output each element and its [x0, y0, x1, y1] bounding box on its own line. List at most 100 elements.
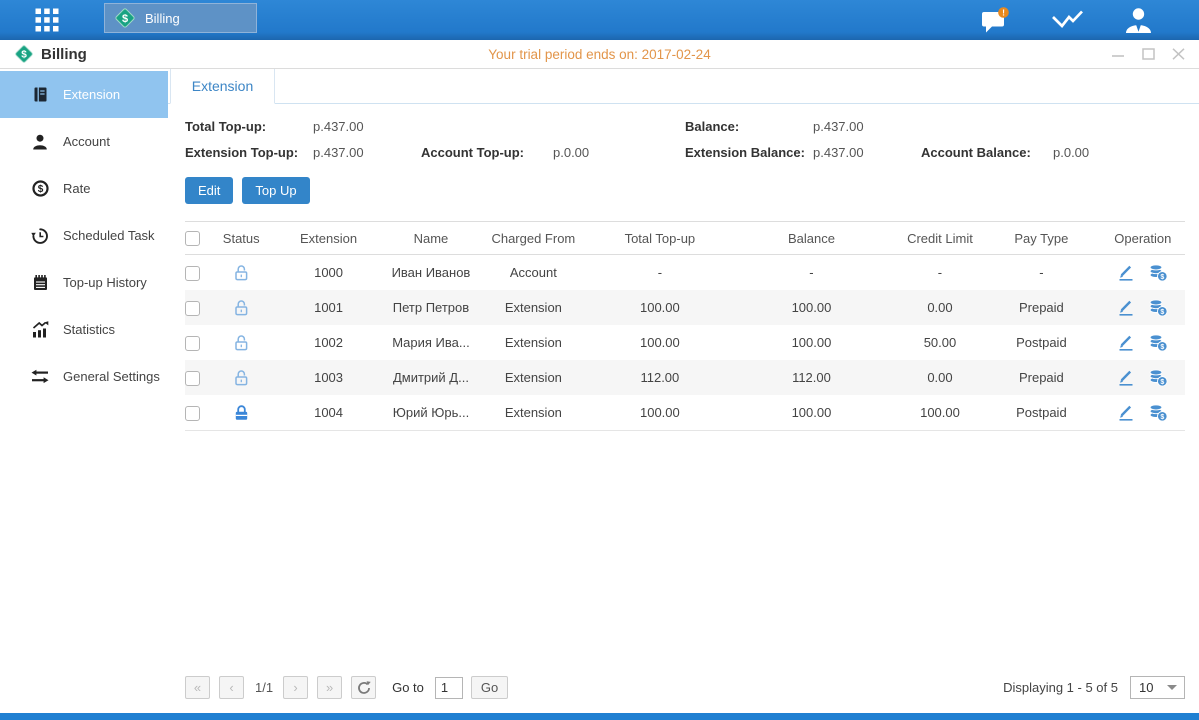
edit-icon[interactable]	[1117, 369, 1135, 386]
sidebar-item-topup-history[interactable]: Top-up History	[0, 259, 168, 306]
extension-icon	[31, 86, 49, 103]
topup-coins-icon[interactable]: $	[1148, 404, 1168, 422]
tab-strip: Extension	[168, 69, 1199, 104]
user-icon[interactable]	[1124, 7, 1153, 34]
cell-charged-from: Extension	[472, 360, 594, 395]
total-topup-label: Total Top-up:	[185, 119, 313, 134]
edit-icon[interactable]	[1117, 404, 1135, 421]
minimize-icon[interactable]	[1111, 48, 1125, 60]
row-checkbox[interactable]	[185, 266, 200, 281]
row-checkbox[interactable]	[185, 406, 200, 421]
table-row[interactable]: 1001 Петр Петров Extension 100.00 100.00…	[185, 290, 1185, 325]
next-page-icon[interactable]: ›	[283, 676, 308, 699]
col-header-pay-type: Pay Type	[982, 222, 1100, 255]
svg-text:$: $	[1161, 344, 1165, 351]
open-padlock-icon	[233, 264, 250, 282]
cell-balance: 100.00	[725, 290, 898, 325]
topup-coins-icon[interactable]: $	[1148, 264, 1168, 282]
rate-icon: $	[31, 180, 49, 197]
open-padlock-icon	[233, 334, 250, 352]
col-header-balance: Balance	[725, 222, 898, 255]
svg-text:$: $	[1161, 414, 1165, 421]
topup-coins-icon[interactable]: $	[1148, 299, 1168, 317]
tab-extension[interactable]: Extension	[170, 69, 275, 104]
svg-text:$: $	[122, 13, 128, 25]
cell-name: Петр Петров	[390, 290, 472, 325]
scheduled-task-icon	[31, 227, 49, 245]
cell-credit-limit: -	[898, 255, 982, 291]
table-row[interactable]: 1000 Иван Иванов Account - - - -	[185, 255, 1185, 291]
col-header-name: Name	[390, 222, 472, 255]
table-row[interactable]: 1002 Мария Ива... Extension 100.00 100.0…	[185, 325, 1185, 360]
sidebar-item-rate[interactable]: $ Rate	[0, 165, 168, 212]
sidebar-item-extension[interactable]: Extension	[0, 71, 168, 118]
taskbar-tab-billing[interactable]: $ Billing	[104, 3, 257, 33]
extension-balance-value: p.437.00	[813, 145, 921, 160]
balance-summary: Total Top-up: p.437.00 Extension Top-up:…	[185, 119, 1185, 160]
apps-grid-glyph	[34, 7, 60, 33]
go-button[interactable]: Go	[471, 676, 508, 699]
cell-total-topup: 100.00	[595, 325, 726, 360]
cell-total-topup: -	[595, 255, 726, 291]
apps-grid-icon[interactable]	[34, 7, 60, 33]
topup-coins-icon[interactable]: $	[1148, 369, 1168, 387]
closed-padlock-icon	[233, 404, 250, 422]
cell-credit-limit: 100.00	[898, 395, 982, 431]
statistics-icon	[31, 321, 49, 338]
table-header-row: Status Extension Name Charged From Total…	[185, 222, 1185, 255]
billing-diamond-dollar-icon: $	[114, 7, 136, 29]
extension-balance-label: Extension Balance:	[685, 145, 813, 160]
sidebar-item-statistics[interactable]: Statistics	[0, 306, 168, 353]
page-size-dropdown[interactable]: 10	[1130, 676, 1185, 699]
cell-credit-limit: 0.00	[898, 360, 982, 395]
svg-text:$: $	[1161, 274, 1165, 281]
select-all-checkbox[interactable]	[185, 231, 200, 246]
goto-label: Go to	[392, 680, 424, 695]
sidebar-item-label: Extension	[63, 87, 120, 102]
messages-icon[interactable]: !	[979, 7, 1011, 34]
topup-coins-icon[interactable]: $	[1148, 334, 1168, 352]
maximize-icon[interactable]	[1142, 48, 1155, 60]
table-row[interactable]: 1003 Дмитрий Д... Extension 112.00 112.0…	[185, 360, 1185, 395]
desktop-topbar: $ Billing !	[0, 0, 1199, 40]
prev-page-icon[interactable]: ‹	[219, 676, 244, 699]
balance-value: p.437.00	[813, 119, 921, 134]
row-checkbox[interactable]	[185, 301, 200, 316]
sidebar-item-label: Statistics	[63, 322, 115, 337]
cell-balance: -	[725, 255, 898, 291]
sidebar-item-scheduled-task[interactable]: Scheduled Task	[0, 212, 168, 259]
extension-table: Status Extension Name Charged From Total…	[185, 221, 1185, 431]
top-up-button[interactable]: Top Up	[242, 177, 309, 204]
col-header-operation: Operation	[1101, 222, 1185, 255]
cell-credit-limit: 50.00	[898, 325, 982, 360]
sidebar-item-account[interactable]: Account	[0, 118, 168, 165]
first-page-icon[interactable]: «	[185, 676, 210, 699]
close-icon[interactable]	[1172, 48, 1185, 60]
cell-extension: 1002	[267, 325, 389, 360]
open-padlock-icon	[233, 299, 250, 317]
cell-extension: 1000	[267, 255, 389, 291]
refresh-icon[interactable]	[351, 676, 376, 699]
taskbar-tab-label: Billing	[145, 11, 180, 26]
cell-charged-from: Extension	[472, 290, 594, 325]
row-checkbox[interactable]	[185, 336, 200, 351]
edit-icon[interactable]	[1117, 299, 1135, 316]
cell-total-topup: 100.00	[595, 395, 726, 431]
sidebar: Extension Account $ Rate	[0, 69, 168, 713]
sidebar-item-general-settings[interactable]: General Settings	[0, 353, 168, 400]
account-balance-value: p.0.00	[1053, 145, 1185, 160]
cell-total-topup: 100.00	[595, 290, 726, 325]
row-checkbox[interactable]	[185, 371, 200, 386]
edit-button[interactable]: Edit	[185, 177, 233, 204]
goto-page-input[interactable]	[435, 677, 463, 699]
col-header-charged-from: Charged From	[472, 222, 594, 255]
cell-credit-limit: 0.00	[898, 290, 982, 325]
cell-pay-type: Prepaid	[982, 290, 1100, 325]
edit-icon[interactable]	[1117, 264, 1135, 281]
last-page-icon[interactable]: »	[317, 676, 342, 699]
page-size-value: 10	[1131, 680, 1153, 695]
pagination-bar: « ‹ 1/1 › » Go to Go Display	[185, 671, 1185, 713]
resource-monitor-icon[interactable]	[1051, 8, 1084, 32]
edit-icon[interactable]	[1117, 334, 1135, 351]
table-row[interactable]: 1004 Юрий Юрь... Extension 100.00 100.00…	[185, 395, 1185, 431]
